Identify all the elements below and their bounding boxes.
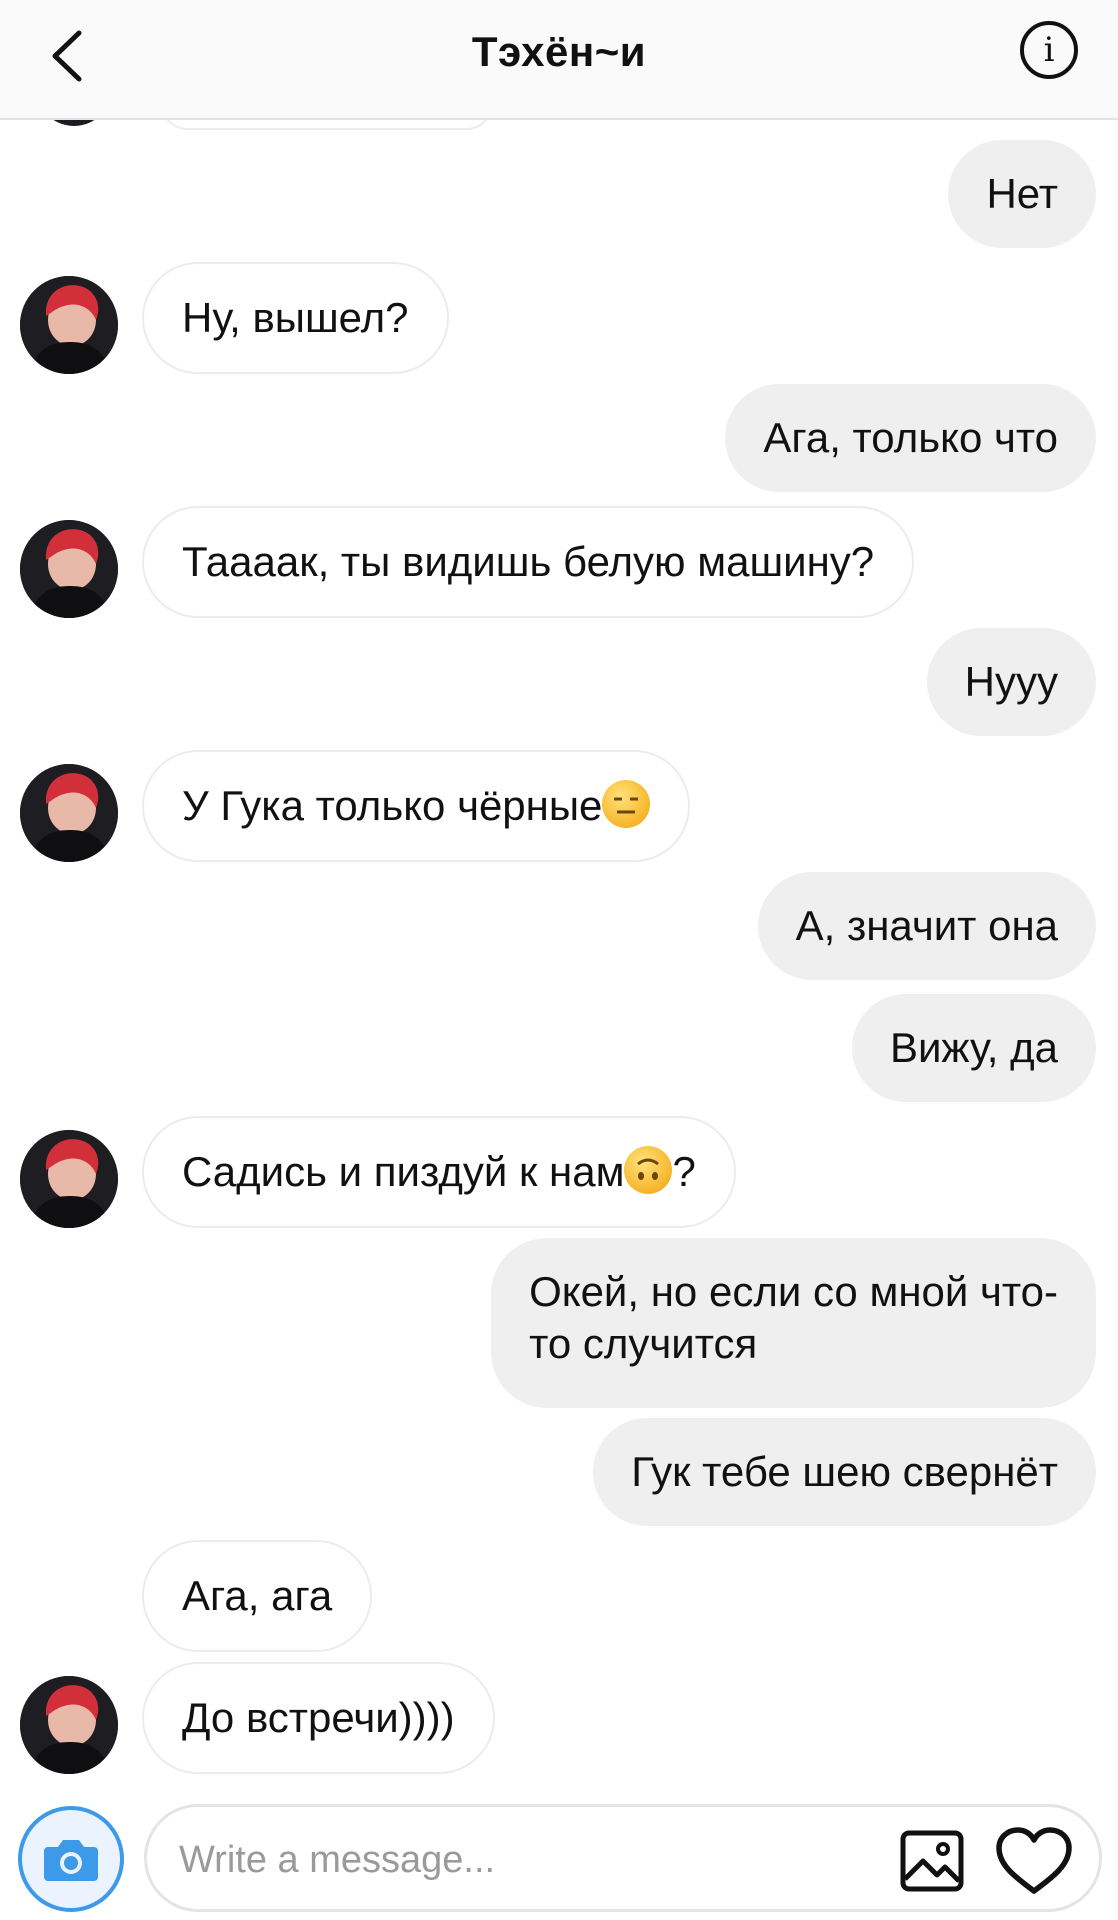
message-text: Таааак, ты видишь белую машину? <box>182 538 875 585</box>
incoming-message-bubble[interactable]: Садись и пиздуй к нам? <box>142 1116 736 1228</box>
message-text: А, значит она <box>795 902 1058 949</box>
message-text: Ага, ага <box>182 1572 333 1619</box>
heart-icon <box>996 1827 1072 1894</box>
contact-avatar[interactable] <box>20 764 118 862</box>
message-text: У Гука только чёрные <box>182 782 603 829</box>
message-text: До встречи)))) <box>182 1694 455 1741</box>
incoming-message-bubble[interactable]: До встречи)))) <box>142 1662 495 1774</box>
message-input-container <box>144 1804 1102 1912</box>
message-text: Садись и пиздуй к нам <box>182 1148 625 1195</box>
message-text: Вижу, да <box>889 1024 1058 1071</box>
message-text: Нет <box>986 170 1058 217</box>
contact-avatar[interactable] <box>20 520 118 618</box>
outgoing-message-bubble[interactable]: Нет <box>948 140 1096 248</box>
incoming-message-bubble[interactable]: Ну, вышел? <box>142 262 449 374</box>
message-composer <box>0 1790 1118 1920</box>
upside-down-emoji <box>624 1146 673 1194</box>
outgoing-message-bubble[interactable]: А, значит она <box>757 872 1096 980</box>
image-gallery-icon <box>900 1830 964 1892</box>
message-text: Ага, только что <box>763 414 1058 461</box>
message-text: Окей, но если со мной что- то случится <box>529 1268 1058 1367</box>
camera-button[interactable] <box>18 1806 124 1912</box>
contact-avatar[interactable] <box>20 276 118 374</box>
message-text: Гук тебе шею свернёт <box>631 1448 1058 1495</box>
outgoing-message-bubble[interactable]: Гук тебе шею свернёт <box>593 1418 1096 1526</box>
message-text: Ну, вышел? <box>182 294 409 341</box>
outgoing-message-bubble[interactable]: Ага, только что <box>725 384 1096 492</box>
info-button[interactable]: i <box>1020 21 1078 79</box>
incoming-message-bubble[interactable]: Таааак, ты видишь белую машину? <box>142 506 915 618</box>
like-button[interactable] <box>995 1827 1073 1897</box>
info-icon: i <box>1043 30 1055 70</box>
outgoing-message-bubble[interactable]: Окей, но если со мной что- то случится <box>491 1238 1096 1408</box>
contact-avatar[interactable] <box>20 1130 118 1228</box>
chat-title[interactable]: Тэхён~и <box>0 28 1118 76</box>
gallery-button[interactable] <box>899 1829 965 1893</box>
incoming-message-bubble[interactable]: Ага, ага <box>142 1540 373 1652</box>
message-text-suffix: ? <box>672 1148 696 1195</box>
message-thread: Нет Ну, вышел? Ага, только что Таааак, ты в… <box>0 0 1118 1920</box>
message-text: Нууу <box>964 658 1058 705</box>
contact-avatar[interactable] <box>20 1676 118 1774</box>
outgoing-message-bubble[interactable]: Нууу <box>926 628 1096 736</box>
camera-icon <box>44 1840 98 1881</box>
chat-header: Тэхён~и i <box>0 0 1118 120</box>
incoming-message-bubble[interactable]: У Гука только чёрные <box>142 750 691 862</box>
outgoing-message-bubble[interactable]: Вижу, да <box>851 994 1096 1102</box>
expressionless-emoji <box>602 780 651 828</box>
message-input[interactable] <box>177 1829 881 1891</box>
